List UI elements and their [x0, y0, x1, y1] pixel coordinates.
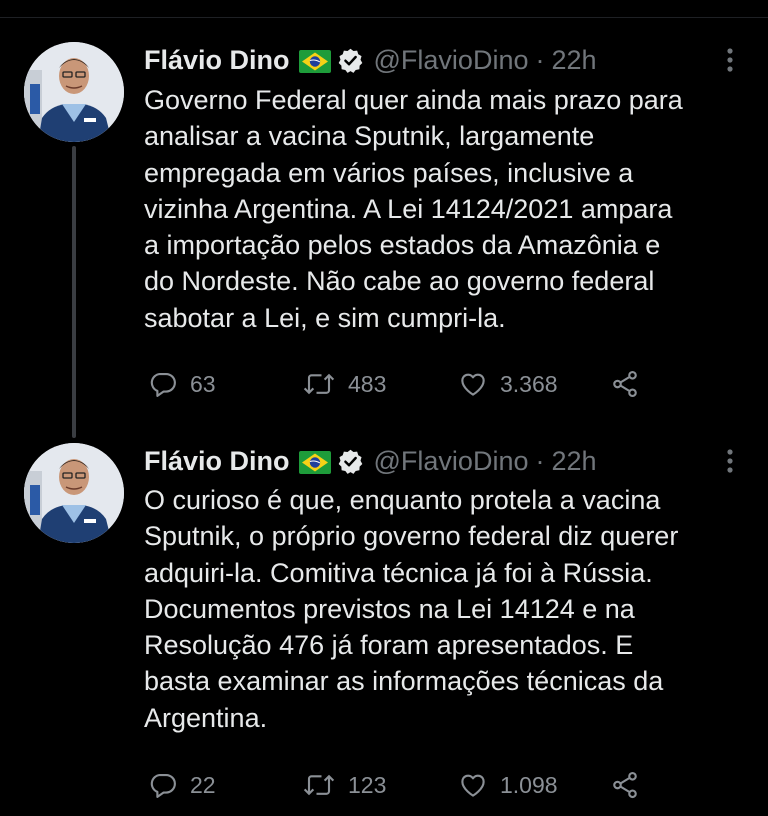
tweet-time[interactable]: 22h	[551, 45, 596, 76]
tweet-text-line: Sputnik, o próprio governo federal diz q…	[144, 521, 679, 552]
tweet-header: Flávio Dino @FlavioDino · 22h	[144, 43, 597, 77]
tweet-text-line: O curioso é que, enquanto protela a vaci…	[144, 485, 661, 515]
tweet-actions: 22 123 1.098	[144, 765, 664, 805]
tweet-text-line: sabotar a Lei, e sim cumpri-la.	[144, 302, 506, 333]
tweet-text-line: empregada em vários países, inclusive a	[144, 157, 634, 188]
like-count: 3.368	[500, 370, 558, 397]
reply-button[interactable]: 63	[148, 364, 216, 404]
more-options-icon[interactable]	[716, 43, 744, 77]
tweet-text-line: a importação pelos estados da Amazônia e	[144, 230, 661, 261]
reply-icon	[150, 773, 176, 798]
retweet-count: 483	[348, 370, 387, 397]
like-button[interactable]: 1.098	[458, 765, 558, 805]
like-icon	[461, 774, 485, 797]
brazil-flag-icon	[298, 49, 331, 73]
avatar-photo	[24, 42, 124, 142]
like-count: 1.098	[500, 771, 558, 798]
share-button[interactable]	[610, 765, 640, 805]
retweet-count: 123	[348, 771, 387, 798]
retweet-icon	[303, 774, 335, 796]
tweet-actions: 63 483 3.368	[144, 364, 664, 404]
share-button[interactable]	[610, 364, 640, 404]
thread-connector-line	[72, 146, 76, 438]
retweet-button[interactable]: 483	[302, 364, 386, 404]
tweet-header: Flávio Dino @FlavioDino · 22h	[144, 444, 597, 478]
separator-dot: ·	[535, 445, 545, 476]
separator-dot: ·	[535, 44, 545, 75]
top-divider	[0, 17, 768, 18]
like-button[interactable]: 3.368	[458, 364, 558, 404]
tweet-text: O curioso é que, enquanto protela a vaci…	[144, 482, 754, 736]
tweet-text-line: basta examinar as informações técnicas d…	[144, 666, 664, 697]
verified-badge-icon	[337, 47, 364, 74]
verified-badge-icon	[337, 448, 364, 475]
author-handle[interactable]: @FlavioDino	[374, 446, 529, 477]
brazil-flag-icon	[298, 450, 331, 474]
reply-count: 63	[190, 370, 216, 397]
avatar-photo	[24, 443, 124, 543]
tweet-text-line: Documentos previstos na Lei 14124 e na	[144, 593, 635, 624]
author-name[interactable]: Flávio Dino	[144, 45, 290, 76]
like-icon	[461, 373, 485, 396]
tweet-text-line: do Nordeste. Não cabe ao governo federal	[144, 266, 655, 297]
tweet-text-line: Governo Federal quer ainda mais prazo pa…	[144, 85, 683, 115]
avatar[interactable]	[24, 443, 124, 543]
tweet-text-line: Resolução 476 já foram apresentados. E	[144, 630, 634, 661]
tweet-text-line: adquiri-la. Comitiva técnica já foi à Rú…	[144, 557, 653, 588]
reply-button[interactable]: 22	[148, 765, 216, 805]
reply-count: 22	[190, 771, 216, 798]
author-name[interactable]: Flávio Dino	[144, 446, 290, 477]
share-icon	[613, 771, 637, 799]
more-options-icon[interactable]	[716, 444, 744, 478]
avatar[interactable]	[24, 42, 124, 142]
retweet-button[interactable]: 123	[302, 765, 386, 805]
tweet-text: Governo Federal quer ainda mais prazo pa…	[144, 82, 754, 336]
retweet-icon	[303, 373, 335, 395]
author-handle[interactable]: @FlavioDino	[374, 45, 529, 76]
reply-icon	[150, 372, 176, 397]
tweet-text-line: vizinha Argentina. A Lei 14124/2021 ampa…	[144, 193, 673, 224]
share-icon	[613, 370, 637, 398]
tweet-text-line: Argentina.	[144, 702, 268, 733]
tweet-text-line: analisar a vacina Sputnik, largamente	[144, 121, 595, 152]
tweet-time[interactable]: 22h	[551, 446, 596, 477]
